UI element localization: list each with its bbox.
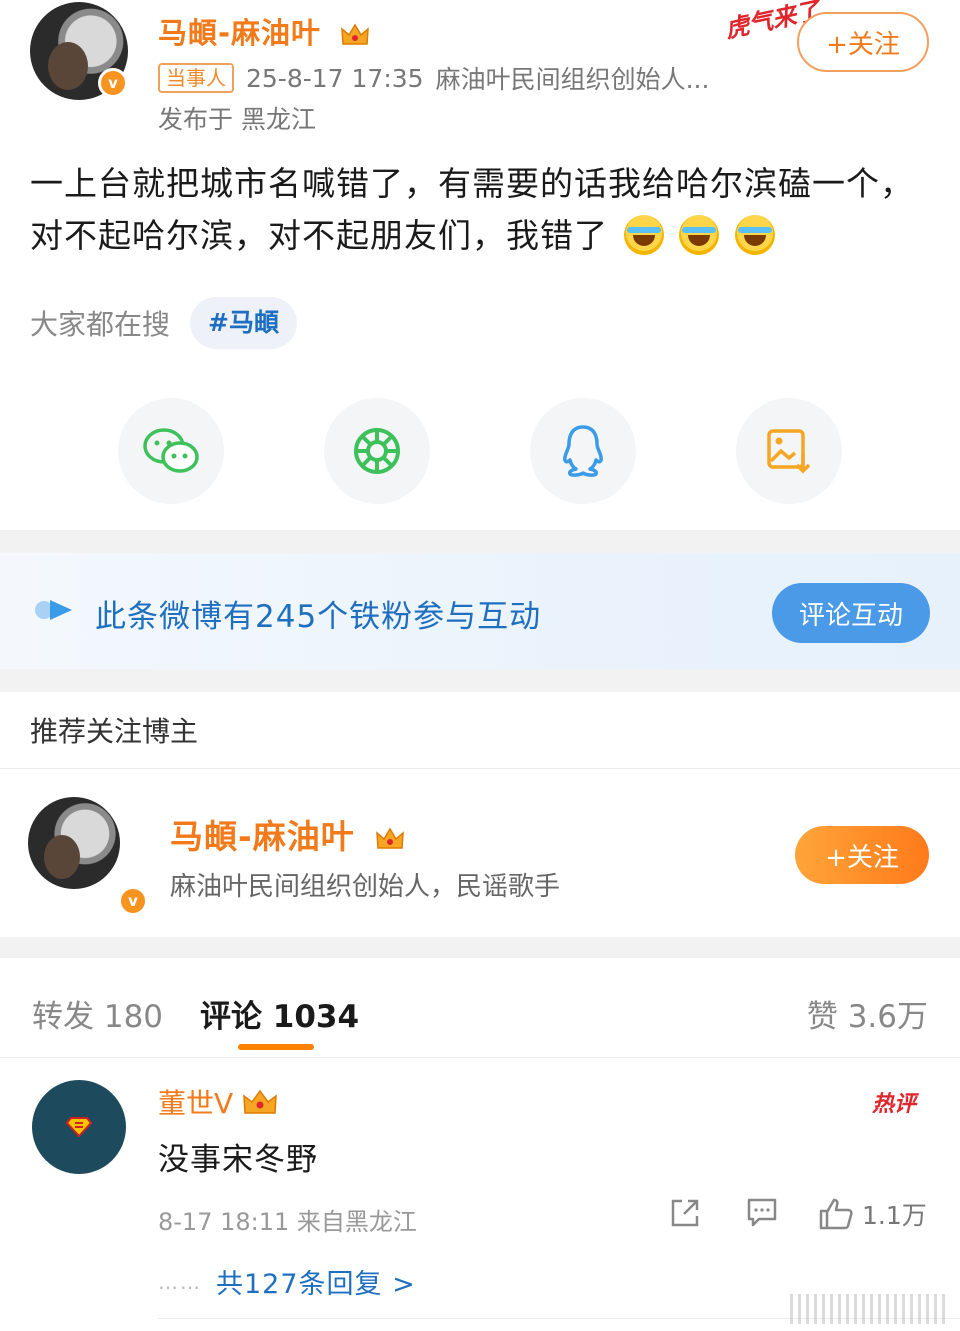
comment-like-count: 1.1万 [862, 1201, 927, 1230]
save-image-icon [767, 429, 811, 474]
hot-comment-tag: 热评 [872, 1092, 917, 1117]
party-tag: 当事人 [158, 63, 234, 93]
post-meta: 当事人 25-8-17 17:35 麻油叶民间组织创始人... [158, 60, 709, 96]
qq-icon [563, 425, 603, 477]
comment-reply-button[interactable] [746, 1196, 778, 1228]
verified-badge-icon: v [98, 68, 128, 98]
section-divider [0, 530, 960, 553]
author-description: 麻油叶民间组织创始人... [435, 65, 710, 94]
moments-icon [354, 428, 400, 474]
recommend-title: 推荐关注博主 [30, 715, 199, 748]
comment-meta: 8-17 18:11 来自黑龙江 [158, 1208, 417, 1236]
section-divider [0, 937, 960, 958]
commenter-avatar[interactable] [32, 1080, 126, 1174]
laugh-cry-emoji-icon [623, 215, 664, 255]
tab-repost[interactable]: 转发 180 [32, 991, 163, 1036]
author-name[interactable]: 马頔-麻油叶 [158, 10, 370, 52]
comment-actions: 1.1万 [664, 1196, 930, 1240]
share-wechat-button[interactable] [118, 398, 224, 504]
comment-share-button[interactable] [668, 1196, 702, 1230]
interaction-tabs: 转发 180 评论 1034 赞 3.6万 [0, 958, 960, 1058]
share-moments-button[interactable] [324, 398, 430, 504]
tab-comments[interactable]: 评论 1034 [200, 991, 359, 1036]
thumbs-up-icon [819, 1198, 853, 1230]
watermark-decoration [790, 1294, 950, 1324]
fans-banner-text: 此条微博有245个铁粉参与互动 [95, 599, 542, 635]
share-qq-button[interactable] [530, 398, 636, 504]
recommend-name[interactable]: 马頔-麻油叶 [170, 810, 405, 858]
verified-badge-icon: v [118, 886, 148, 916]
hashtag-link[interactable]: #马頔 [190, 297, 297, 349]
author-name-text[interactable]: 马頔-麻油叶 [158, 16, 321, 50]
commenter-name[interactable]: 董世V [158, 1082, 279, 1122]
section-divider [0, 669, 960, 692]
trending-search-row: 大家都在搜 #马頔 [30, 297, 297, 349]
post-timestamp: 25-8-17 17:35 [246, 63, 424, 93]
active-tab-indicator [238, 1044, 314, 1050]
recommend-description: 麻油叶民间组织创始人，民谣歌手 [170, 872, 561, 902]
post-text-content: 一上台就把城市名喊错了，有需要的话我给哈尔滨磕一个，对不起哈尔滨，对不起朋友们，… [30, 164, 914, 255]
replies-count-text[interactable]: 共127条回复 > [216, 1262, 416, 1301]
post-text: 一上台就把城市名喊错了，有需要的话我给哈尔滨磕一个，对不起哈尔滨，对不起朋友们，… [30, 158, 930, 262]
reply-icon [747, 1198, 777, 1227]
commenter-name-text[interactable]: 董世V [158, 1082, 233, 1122]
superman-logo-icon [66, 1117, 92, 1137]
crown-icon [376, 827, 405, 849]
post-location: 发布于 黑龙江 [158, 105, 316, 134]
recommend-name-text[interactable]: 马頔-麻油叶 [170, 817, 355, 856]
laugh-cry-emoji-icon [679, 215, 719, 255]
wechat-icon [143, 428, 199, 473]
share-icon [671, 1199, 699, 1227]
post-header: v 马頔-麻油叶 当事人 25-8-17 17:35 麻油叶民间组织创始人...… [0, 0, 960, 140]
crown-icon [243, 1089, 277, 1114]
fans-indicator-icon [35, 600, 72, 620]
share-row [118, 398, 842, 504]
comment-like-button[interactable]: 1.1万 [818, 1196, 927, 1232]
trending-search-label: 大家都在搜 [30, 308, 171, 341]
comment-replies-link[interactable]: …… 共127条回复 > [158, 1262, 416, 1301]
save-image-button[interactable] [736, 398, 842, 504]
recommend-avatar[interactable] [28, 797, 120, 889]
comment-interact-button[interactable]: 评论互动 [772, 583, 930, 643]
divider-line [0, 768, 960, 769]
comment-text: 没事宋冬野 [158, 1142, 318, 1178]
follow-button[interactable]: +关注 [797, 12, 929, 72]
crown-icon [341, 23, 370, 45]
tab-likes[interactable]: 赞 3.6万 [807, 991, 928, 1036]
laugh-cry-emoji-icon [734, 215, 775, 255]
fans-interaction-banner: 此条微博有245个铁粉参与互动 评论互动 [0, 553, 960, 669]
recommend-follow-button[interactable]: +关注 [795, 826, 929, 884]
replies-dots: …… [158, 1269, 202, 1294]
